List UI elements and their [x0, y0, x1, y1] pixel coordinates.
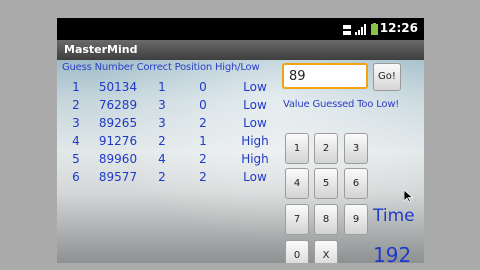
position-count: 2: [199, 116, 207, 130]
feedback-message: Value Guessed Too Low!: [283, 99, 400, 110]
key-0-button[interactable]: 0: [285, 240, 309, 263]
key-2-button[interactable]: 2: [314, 133, 338, 164]
correct-count: 1: [158, 80, 166, 94]
guess-value: 89577: [98, 170, 138, 184]
device-screen: 12:26 MasterMind Guess Number Correct Po…: [57, 18, 424, 263]
guess-value: 89960: [98, 152, 138, 166]
high-low: Low: [243, 116, 267, 130]
app-title: MasterMind: [57, 40, 424, 60]
high-low: Low: [243, 80, 267, 94]
guess-number: 4: [72, 134, 80, 148]
key-9-button[interactable]: 9: [344, 204, 368, 235]
correct-count: 2: [158, 134, 166, 148]
high-low: Low: [243, 98, 267, 112]
guess-number: 5: [72, 152, 80, 166]
high-low: High: [241, 152, 269, 166]
key-8-button[interactable]: 8: [314, 204, 338, 235]
signal-icon: [355, 24, 366, 35]
guess-value: 76289: [98, 98, 138, 112]
correct-count: 4: [158, 152, 166, 166]
key-4-button[interactable]: 4: [285, 168, 309, 199]
key-7-button[interactable]: 7: [285, 204, 309, 235]
table-header: Guess Number Correct Position High/Low: [62, 62, 260, 73]
go-button[interactable]: Go!: [373, 63, 401, 91]
table-row: 5 89960 4 2 High: [57, 152, 282, 170]
position-count: 0: [199, 98, 207, 112]
battery-icon: [371, 23, 378, 35]
table-row: 4 91276 2 1 High: [57, 134, 282, 152]
key-1-button[interactable]: 1: [285, 133, 309, 164]
guess-number: 1: [72, 80, 80, 94]
position-count: 0: [199, 80, 207, 94]
table-row: 6 89577 2 2 Low: [57, 170, 282, 188]
mouse-pointer-icon: [404, 190, 413, 203]
position-count: 2: [199, 170, 207, 184]
key-5-button[interactable]: 5: [314, 168, 338, 199]
guess-value: 89265: [98, 116, 138, 130]
table-row: 1 50134 1 0 Low: [57, 80, 282, 98]
key-3-button[interactable]: 3: [344, 133, 368, 164]
guess-number: 3: [72, 116, 80, 130]
correct-count: 3: [158, 116, 166, 130]
status-icons: [343, 23, 378, 35]
time-value: 192: [373, 243, 412, 263]
guess-value: 91276: [98, 134, 138, 148]
correct-count: 3: [158, 98, 166, 112]
guess-input[interactable]: 89: [282, 63, 368, 89]
high-low: High: [241, 134, 269, 148]
network-icon: [343, 25, 351, 35]
status-time: 12:26: [379, 21, 418, 35]
time-label: Time: [373, 206, 415, 226]
clear-button[interactable]: X: [314, 240, 338, 263]
table-row: 2 76289 3 0 Low: [57, 98, 282, 116]
position-count: 1: [199, 134, 207, 148]
position-count: 2: [199, 152, 207, 166]
table-row: 3 89265 3 2 Low: [57, 116, 282, 134]
correct-count: 2: [158, 170, 166, 184]
guess-value: 50134: [98, 80, 138, 94]
game-area: Guess Number Correct Position High/Low 1…: [57, 60, 424, 263]
guess-number: 2: [72, 98, 80, 112]
key-6-button[interactable]: 6: [344, 168, 368, 199]
high-low: Low: [243, 170, 267, 184]
status-bar: 12:26: [57, 18, 424, 40]
guess-number: 6: [72, 170, 80, 184]
